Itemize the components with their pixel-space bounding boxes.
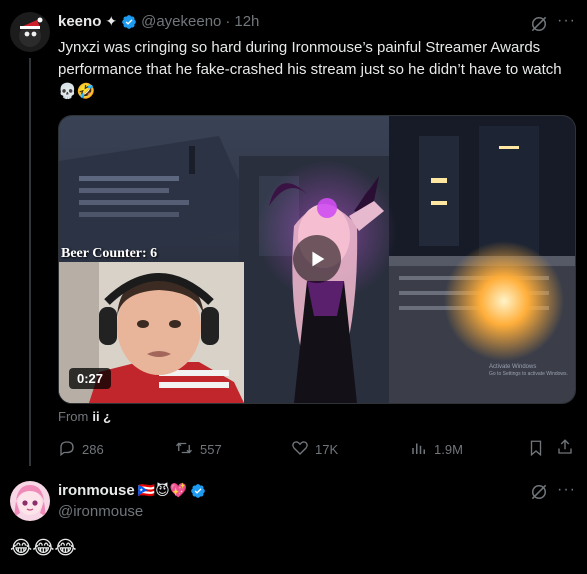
reply-author-handle[interactable]: @ironmouse [58, 503, 143, 520]
author-handle[interactable]: @ayekeeno [141, 13, 221, 30]
reply-text: 😂😂😂 [10, 537, 77, 559]
play-icon[interactable] [293, 235, 341, 283]
reply-header: ironmouse 🇵🇷😈💖 [58, 482, 206, 499]
like-icon [291, 439, 309, 460]
like-count: 17K [315, 442, 339, 457]
verified-badge-icon [190, 483, 206, 499]
repost-button[interactable]: 557 [174, 439, 222, 460]
verified-badge-icon [121, 14, 137, 30]
video-duration: 0:27 [69, 368, 112, 389]
grok-icon[interactable] [529, 14, 549, 39]
from-source-link[interactable]: ii ¿ [92, 409, 111, 424]
thread-connector-line [29, 58, 31, 466]
author-name[interactable]: keeno [58, 13, 101, 30]
views-button[interactable]: 1.9M [410, 439, 463, 460]
views-icon [410, 439, 428, 460]
beer-counter-overlay: Beer Counter: 6 [61, 246, 158, 261]
more-options-icon[interactable]: ··· [557, 481, 576, 499]
view-count: 1.9M [434, 442, 463, 457]
tweet-text: Jynxzi was cringing so hard during Ironm… [58, 39, 562, 100]
separator-dot: · [225, 13, 231, 30]
watermark-line-2: Go to Settings to activate Windows. [489, 371, 568, 377]
tweet-video[interactable]: Activate Windows Go to Settings to activ… [58, 115, 576, 404]
repost-count: 557 [200, 442, 222, 457]
author-name-symbol: ✦ [105, 13, 118, 29]
tweet-header: keeno ✦ @ayekeeno · 12h [58, 13, 259, 30]
reply-author-name[interactable]: ironmouse [58, 482, 135, 499]
author-avatar[interactable] [10, 12, 50, 52]
reply-author-avatar[interactable] [10, 481, 50, 521]
reply-count: 286 [82, 442, 104, 457]
like-button[interactable]: 17K [291, 439, 338, 460]
reply-name-emojis: 🇵🇷😈💖 [137, 482, 188, 499]
more-options-icon[interactable]: ··· [557, 12, 576, 30]
tweet-timestamp[interactable]: 12h [234, 13, 259, 30]
grok-icon[interactable] [529, 482, 549, 507]
bookmark-icon[interactable] [527, 439, 545, 462]
watermark-line-1: Activate Windows [489, 364, 536, 370]
repost-icon [174, 439, 194, 460]
reply-button[interactable]: 286 [58, 439, 104, 460]
share-icon[interactable] [556, 438, 574, 461]
reply-icon [58, 439, 76, 460]
video-attribution: From ii ¿ [58, 409, 111, 424]
from-label: From [58, 409, 89, 424]
